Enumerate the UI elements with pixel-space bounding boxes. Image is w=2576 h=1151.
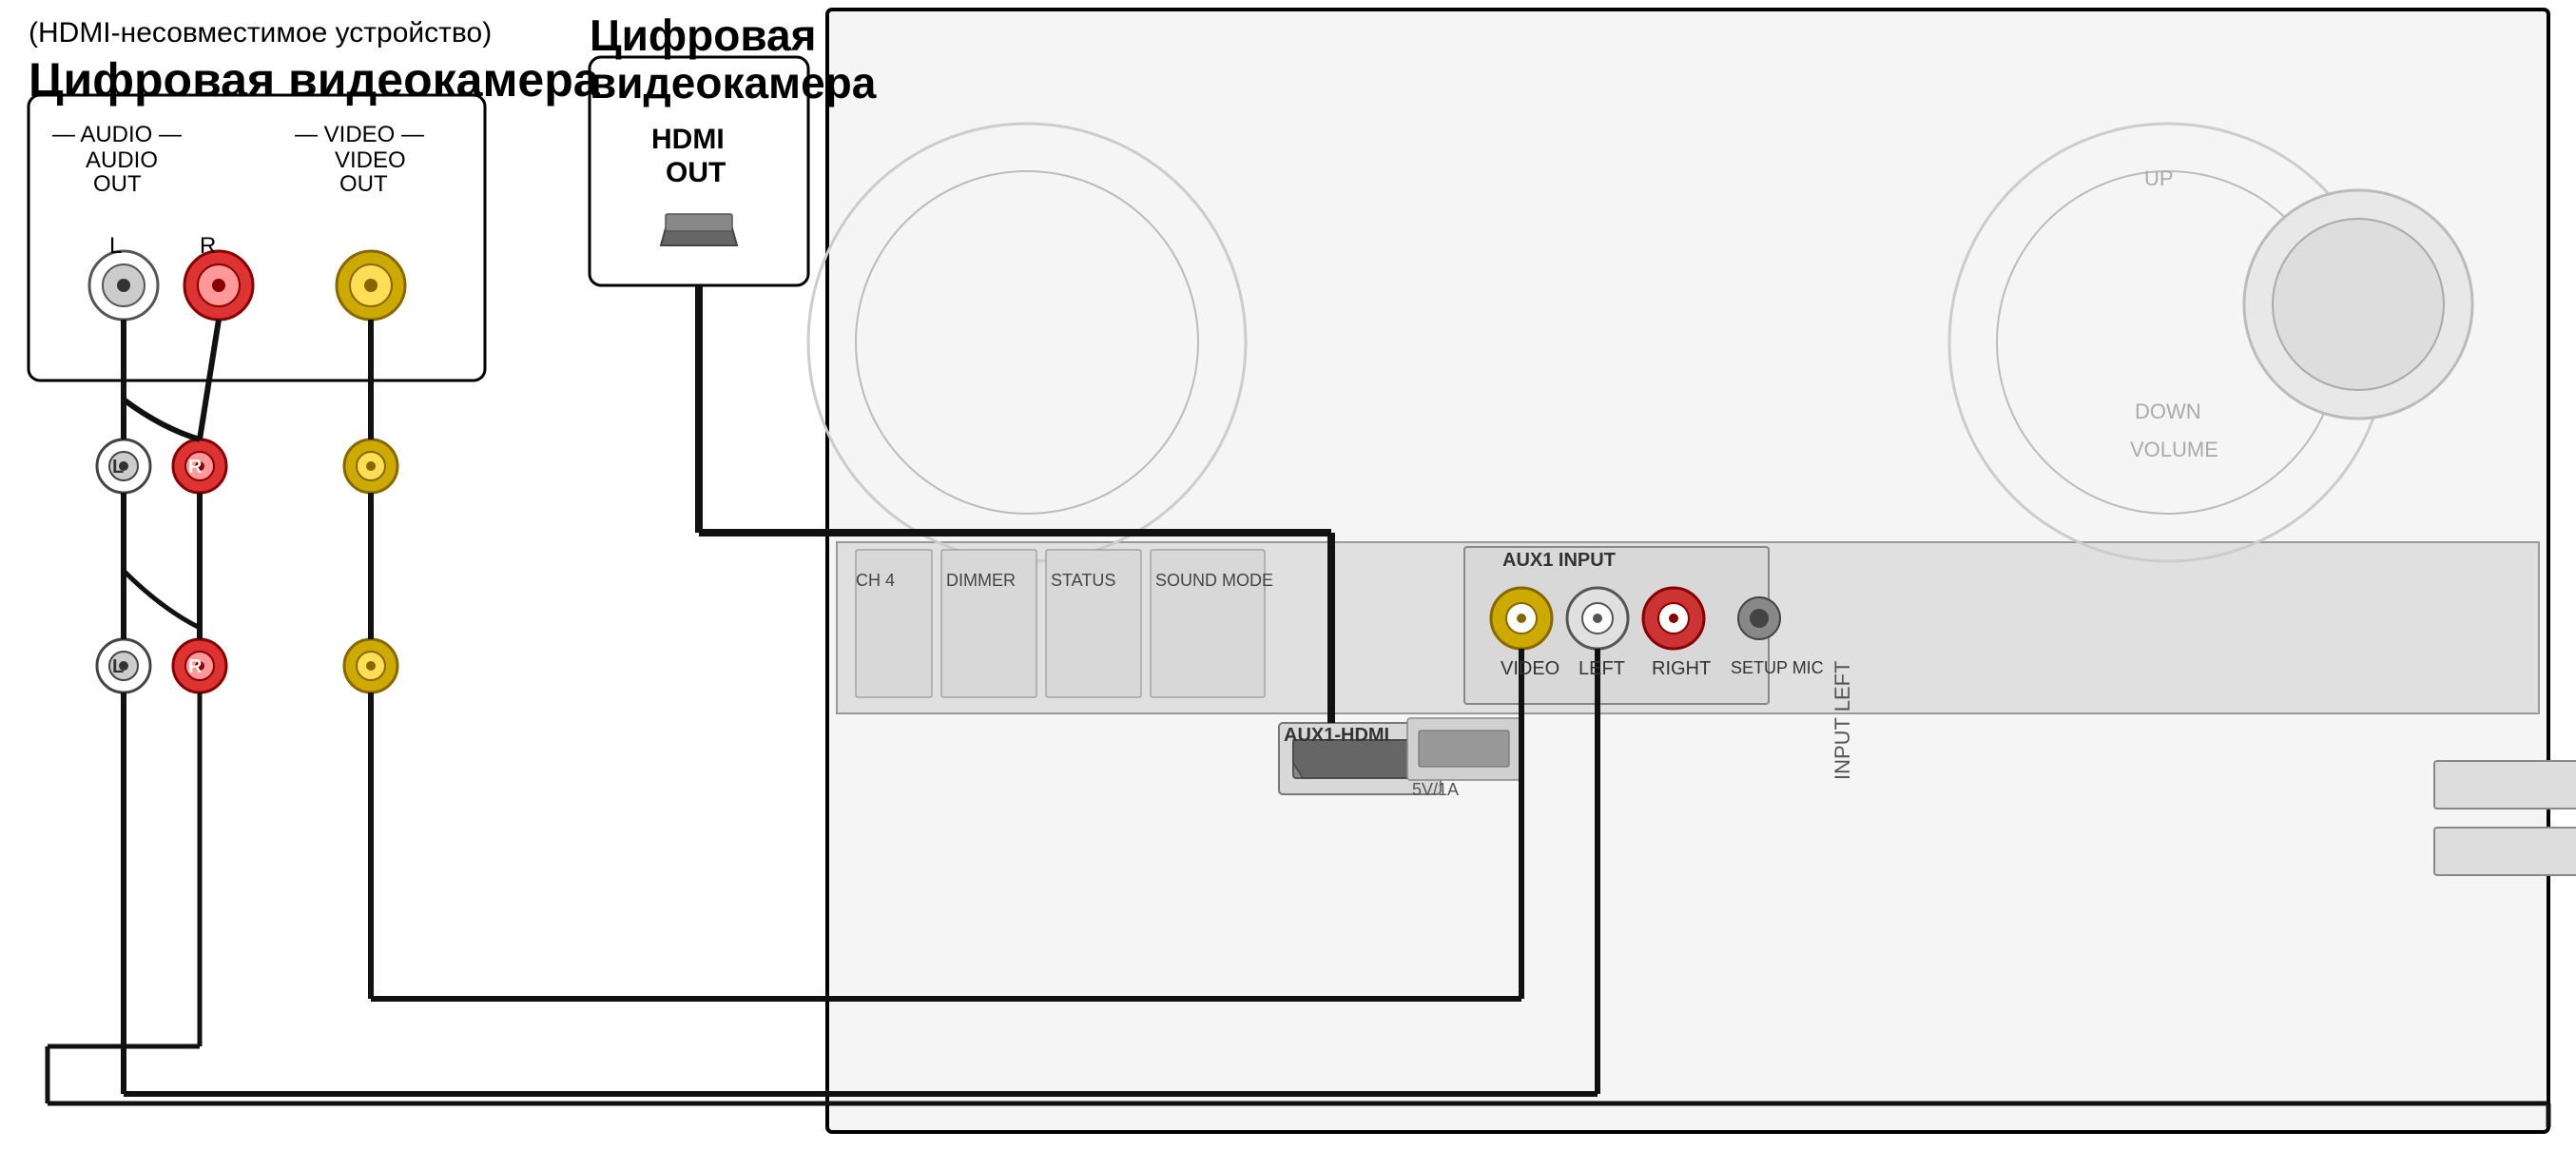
up-label: UP	[2144, 166, 2174, 191]
volume-label: VOLUME	[2130, 438, 2218, 462]
down-label: DOWN	[2135, 400, 2201, 424]
device1-title-label: Цифровая видеокамера	[29, 52, 600, 107]
ch4-label: CH 4	[856, 571, 895, 591]
svg-text:R: R	[188, 457, 203, 478]
aux1-input-label: AUX1 INPUT	[1502, 550, 1616, 572]
video-out-label: VIDEO	[335, 147, 406, 174]
dimmer-label: DIMMER	[946, 571, 1016, 591]
device2-title-line1: Цифровая	[590, 10, 816, 61]
sound-mode-label: SOUND MODE	[1155, 571, 1273, 591]
audio-R-label: R	[200, 233, 216, 260]
svg-text:L: L	[112, 656, 124, 677]
device1-subtitle-label: (HDMI-несовместимое устройство)	[29, 17, 492, 49]
hdmi-out2-label: OUT	[666, 157, 726, 189]
usb-label: 5V/1A	[1412, 780, 1459, 800]
video-rca-label: VIDEO	[1501, 658, 1559, 680]
audio-out-label: AUDIO	[86, 147, 158, 174]
setup-mic-label: SETUP MIC	[1731, 658, 1824, 678]
video-section-label: — VIDEO —	[295, 122, 424, 148]
device2-title-line2: видеокамера	[590, 57, 876, 108]
input-left-label: INPUT LEFT	[1830, 650, 1855, 780]
right-rca-label: RIGHT	[1652, 658, 1711, 680]
left-rca-label: LEFT	[1579, 658, 1625, 680]
video-out2-label: OUT	[339, 171, 388, 198]
status-label: STATUS	[1051, 571, 1115, 591]
audio-out2-label: OUT	[93, 171, 142, 198]
audio-section-label: — AUDIO —	[52, 122, 182, 148]
aux1-hdmi-label: AUX1-HDMI	[1284, 725, 1389, 747]
audio-L-label: L	[109, 233, 122, 260]
hdmi-out-label: HDMI	[651, 124, 725, 156]
svg-text:R: R	[188, 656, 203, 677]
svg-text:L: L	[112, 457, 124, 478]
